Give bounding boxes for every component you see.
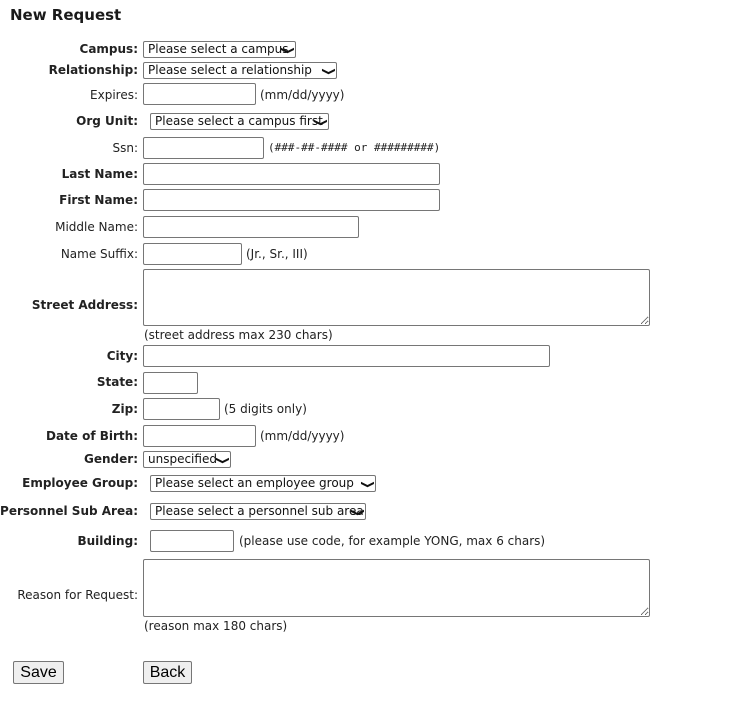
state-input[interactable]	[143, 372, 198, 394]
dob-label: Date of Birth:	[45, 429, 138, 443]
reason-label: Reason for Request:	[17, 588, 138, 602]
reason-hint: (reason max 180 chars)	[144, 619, 288, 633]
name-suffix-hint: (Jr., Sr., III)	[246, 247, 308, 261]
city-input[interactable]	[143, 345, 550, 367]
dob-input[interactable]	[143, 425, 256, 447]
dob-hint: (mm/dd/yyyy)	[260, 429, 345, 443]
name-suffix-input[interactable]	[143, 243, 242, 265]
org-unit-select-value: Please select a campus first	[155, 114, 323, 128]
org-unit-label: Org Unit:	[76, 114, 138, 128]
last-name-input[interactable]	[143, 163, 440, 185]
chevron-down-icon: ❯	[214, 456, 229, 465]
chevron-down-icon: ❯	[279, 46, 294, 55]
employee-group-select-value: Please select an employee group	[155, 476, 354, 490]
employee-group-select[interactable]: Please select an employee group ❯	[150, 475, 376, 492]
street-address-label: Street Address:	[31, 298, 138, 312]
org-unit-select[interactable]: Please select a campus first ❯	[150, 113, 329, 130]
street-address-hint: (street address max 230 chars)	[144, 328, 333, 342]
zip-hint: (5 digits only)	[224, 402, 307, 416]
first-name-label: First Name:	[59, 193, 138, 207]
expires-input[interactable]	[143, 83, 256, 105]
state-label: State:	[96, 375, 138, 389]
chevron-down-icon: ❯	[312, 118, 327, 127]
first-name-input[interactable]	[143, 189, 440, 211]
middle-name-label: Middle Name:	[55, 220, 138, 234]
expires-hint: (mm/dd/yyyy)	[260, 88, 345, 102]
street-address-textarea[interactable]	[143, 269, 650, 326]
zip-label: Zip:	[111, 402, 138, 416]
building-label: Building:	[77, 534, 138, 548]
gender-select-value: unspecified	[148, 452, 217, 466]
campus-label: Campus:	[79, 42, 138, 56]
page-title: New Request	[10, 6, 122, 24]
ssn-hint: (###-##-#### or #########)	[268, 141, 441, 154]
chevron-down-icon: ❯	[349, 508, 364, 517]
save-button[interactable]: Save	[13, 661, 64, 684]
building-input[interactable]	[150, 530, 234, 552]
ssn-label: Ssn:	[112, 141, 138, 155]
employee-group-label: Employee Group:	[22, 476, 138, 490]
relationship-label: Relationship:	[48, 63, 138, 77]
personnel-sub-area-label: Personnel Sub Area:	[0, 504, 138, 518]
chevron-down-icon: ❯	[320, 67, 335, 76]
gender-select[interactable]: unspecified ❯	[143, 451, 231, 468]
reason-textarea[interactable]	[143, 559, 650, 617]
zip-input[interactable]	[143, 398, 220, 420]
middle-name-input[interactable]	[143, 216, 359, 238]
last-name-label: Last Name:	[61, 167, 138, 181]
name-suffix-label: Name Suffix:	[60, 247, 138, 261]
building-hint: (please use code, for example YONG, max …	[239, 534, 546, 548]
gender-label: Gender:	[84, 452, 138, 466]
back-button[interactable]: Back	[143, 661, 192, 684]
campus-select-value: Please select a campus	[148, 42, 289, 56]
relationship-select-value: Please select a relationship	[148, 63, 312, 77]
relationship-select[interactable]: Please select a relationship ❯	[143, 62, 337, 79]
chevron-down-icon: ❯	[359, 480, 374, 489]
expires-label: Expires:	[90, 88, 138, 102]
personnel-sub-area-select[interactable]: Please select a personnel sub area ❯	[150, 503, 366, 520]
personnel-sub-area-select-value: Please select a personnel sub area	[155, 504, 364, 518]
city-label: City:	[106, 349, 138, 363]
campus-select[interactable]: Please select a campus ❯	[143, 41, 296, 58]
ssn-input[interactable]	[143, 137, 264, 159]
